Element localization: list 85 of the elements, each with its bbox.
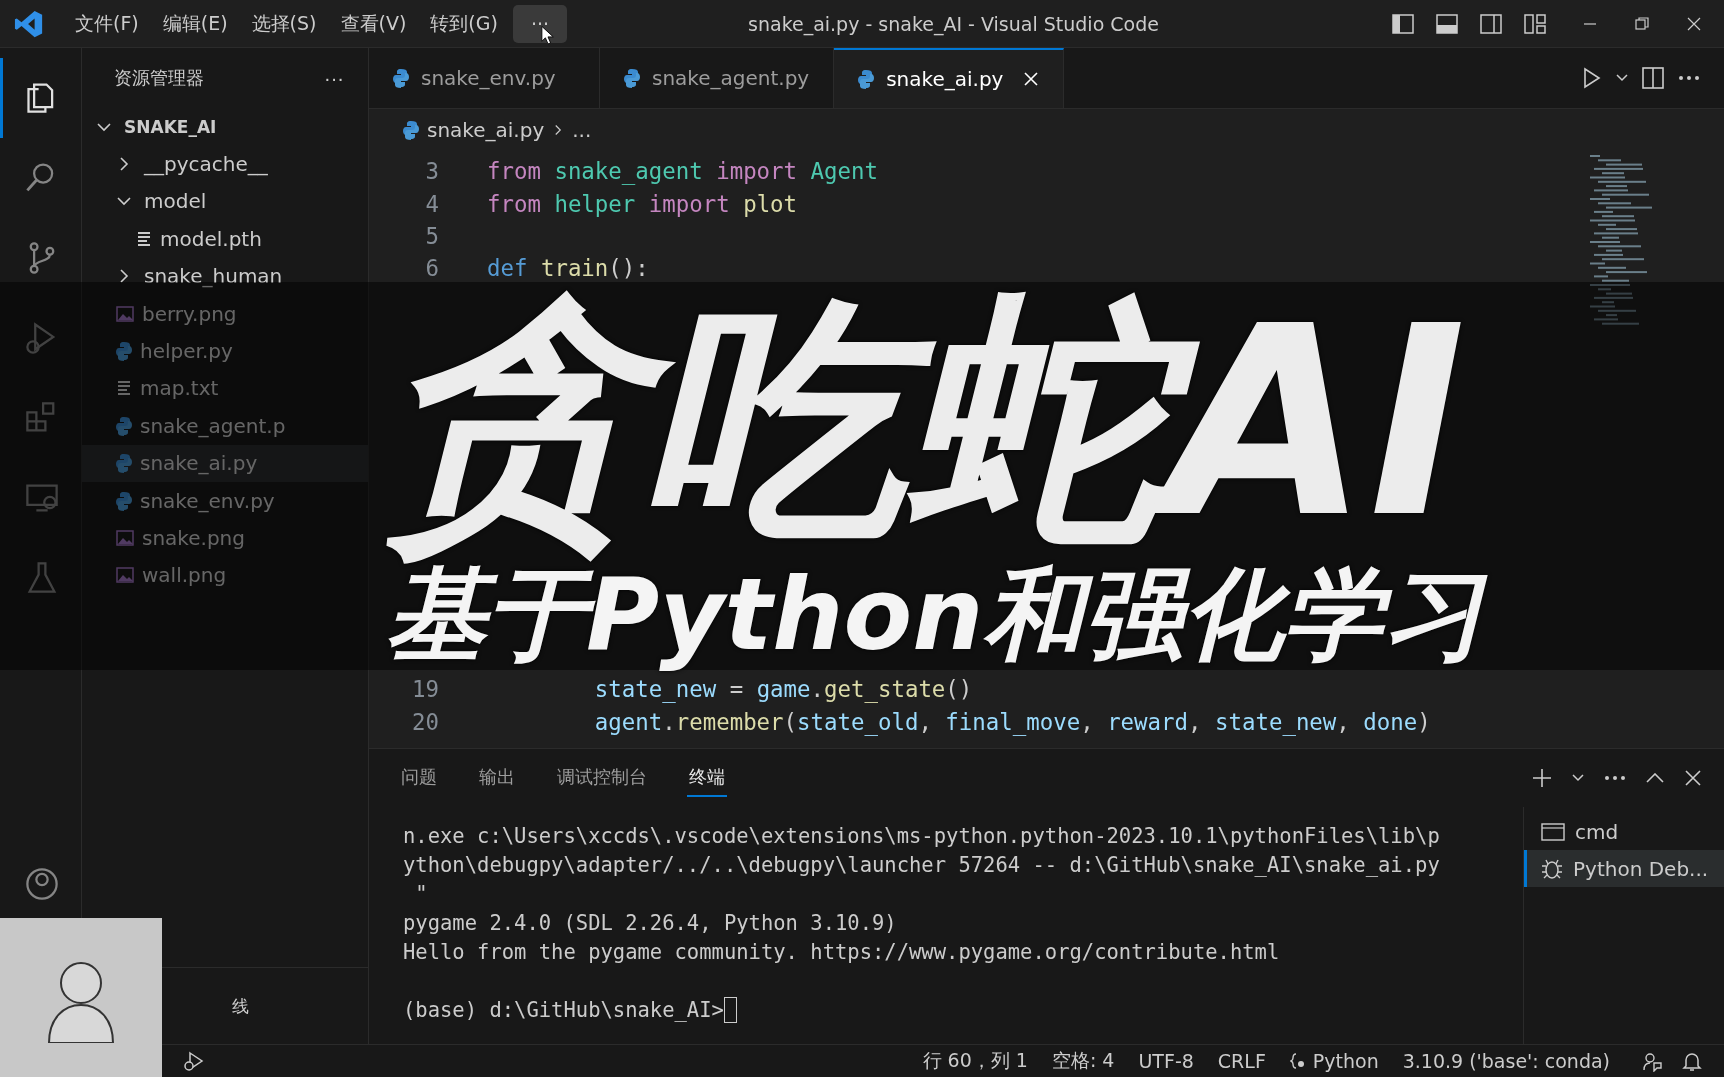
terminal-list-item[interactable]: Python Deb... <box>1524 850 1724 887</box>
image-file-icon <box>116 529 134 547</box>
toggle-sidebar-icon[interactable] <box>1392 12 1414 35</box>
more-actions-button[interactable]: ··· <box>322 66 346 90</box>
text-file-icon <box>116 379 132 398</box>
code-line: from snake_agent import Agent <box>487 158 878 185</box>
code-line: state_new = game.get_state() <box>593 676 973 703</box>
line-number: 20 <box>411 708 439 735</box>
status-item[interactable]: 3.10.9 ('base': conda) <box>1390 1050 1622 1072</box>
tree-item[interactable]: model.pth <box>82 220 368 258</box>
editor-tab[interactable]: snake_ai.py <box>834 48 1065 108</box>
status-item[interactable]: CRLF <box>1205 1050 1278 1072</box>
braces-icon <box>1289 1053 1306 1069</box>
panel-tab[interactable]: 问题 <box>399 759 439 797</box>
status-item[interactable]: UTF-8 <box>1126 1050 1206 1072</box>
code-line: def train(): <box>487 255 649 282</box>
layout-icon[interactable] <box>1524 12 1546 35</box>
text-file-icon <box>136 229 152 248</box>
close-icon[interactable] <box>1686 15 1702 32</box>
menu-item[interactable]: 查看(V) <box>331 4 416 43</box>
more-icon[interactable] <box>1604 774 1626 782</box>
status-item[interactable]: 行 60，列 1 <box>910 1048 1040 1074</box>
menu-item[interactable]: 编辑(E) <box>153 4 237 43</box>
python-file-icon <box>624 68 640 88</box>
editor-tab[interactable]: snake_env.py <box>369 48 600 108</box>
line-number: 4 <box>424 190 439 217</box>
caret-icon[interactable] <box>1616 74 1628 82</box>
restore-icon[interactable] <box>1634 15 1650 32</box>
bug-icon <box>1541 857 1563 880</box>
status-item[interactable]: 空格: 4 <box>1039 1048 1127 1074</box>
caret-icon[interactable] <box>1572 774 1584 782</box>
python-file-icon <box>116 415 132 436</box>
line-number: 19 <box>411 676 439 703</box>
python-file-icon <box>403 120 419 140</box>
app-logo-icon <box>14 8 44 39</box>
mouse-pointer-icon <box>541 24 555 47</box>
menu-item[interactable]: 转到(G) <box>421 4 507 43</box>
panel-tab[interactable]: 终端 <box>687 759 727 797</box>
timeline-title: 线 <box>232 994 249 1018</box>
menu-item[interactable]: 选择(S) <box>242 4 326 43</box>
tree-item[interactable]: __pycache__ <box>82 145 368 183</box>
status-item[interactable]: Python <box>1277 1050 1391 1072</box>
feedback-icon[interactable] <box>1642 1050 1662 1072</box>
terminal-line: Hello from the pygame community. https://www.pygame.org/contribute.html <box>403 938 1281 966</box>
python-file-icon <box>393 68 409 88</box>
tree-item[interactable]: SNAKE_AI <box>82 108 368 146</box>
split-editor-icon[interactable] <box>1642 67 1664 89</box>
breadcrumb-item[interactable]: ... <box>572 118 592 142</box>
chevron-up-icon[interactable] <box>1646 772 1664 784</box>
line-number: 6 <box>424 255 439 282</box>
text-cursor <box>723 996 737 1023</box>
line-number: 5 <box>424 222 439 249</box>
breadcrumb-item[interactable]: snake_ai.py <box>427 118 545 142</box>
python-file-icon <box>116 490 132 511</box>
python-file-icon <box>116 453 132 474</box>
account-icon[interactable] <box>24 866 60 902</box>
panel-tab[interactable]: 输出 <box>477 759 517 797</box>
terminal-line: ython\debugpy\adapter/../..\debugpy\launcher 57264 -- d:\GitHub\snake_AI\snake_ai.py <box>403 851 1441 879</box>
explorer-title: 资源管理器 <box>114 66 205 90</box>
terminal-list-item[interactable]: cmd <box>1524 813 1724 850</box>
panel-tab[interactable]: 调试控制台 <box>555 759 649 797</box>
image-file-icon <box>116 566 134 585</box>
bell-icon[interactable] <box>1682 1050 1702 1072</box>
more-icon[interactable] <box>1678 74 1700 82</box>
debug-icon[interactable] <box>184 1051 204 1071</box>
code-line: from helper import plot <box>487 190 798 217</box>
menu-item[interactable]: 文件(F) <box>66 4 148 43</box>
terminal-line: pygame 2.4.0 (SDL 2.26.4, Python 3.10.9) <box>403 909 898 937</box>
image-file-icon <box>116 304 134 323</box>
toggle-secondary-sidebar-icon[interactable] <box>1480 12 1502 35</box>
code-line: agent.remember(state_old, final_move, reward, state_new, done) <box>593 708 1431 735</box>
close-icon[interactable] <box>1684 769 1702 787</box>
terminal-line: " <box>414 880 429 908</box>
run-icon[interactable] <box>1582 67 1602 89</box>
terminal-line: n.exe c:\Users\xccds\.vscode\extensions\ms-python.python-2023.10.1\pythonFiles\lib\p <box>403 822 1441 850</box>
python-file-icon <box>858 69 875 89</box>
line-number: 3 <box>424 158 439 185</box>
terminal-prompt: (base) d:\GitHub\snake_AI> <box>403 997 724 1022</box>
python-file-icon <box>116 341 132 362</box>
tree-item[interactable]: snake_human <box>82 257 368 295</box>
console-icon <box>1541 821 1565 842</box>
window-title: snake_ai.py - snake_AI - Visual Studio Code <box>748 12 1159 35</box>
tree-item[interactable]: model <box>82 182 368 221</box>
toggle-panel-icon[interactable] <box>1436 12 1458 35</box>
plus-icon[interactable] <box>1532 768 1552 788</box>
